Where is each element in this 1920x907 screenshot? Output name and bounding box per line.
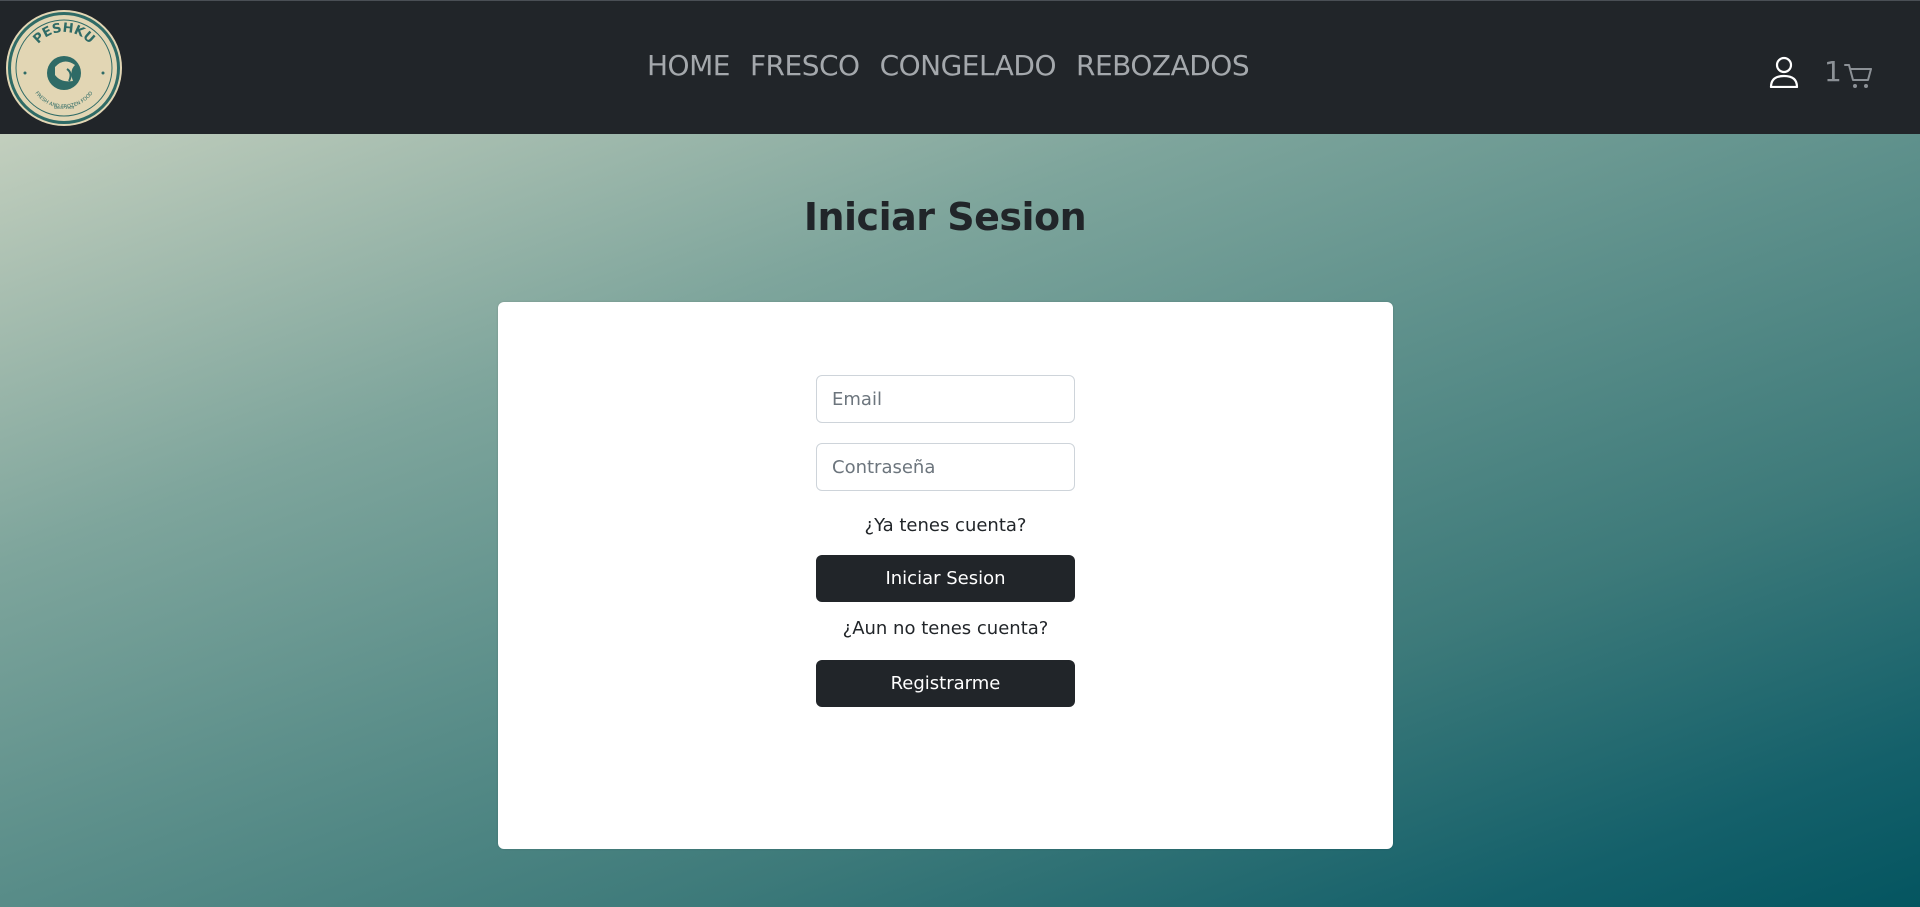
login-card: ¿Ya tenes cuenta? Iniciar Sesion ¿Aun no…: [498, 302, 1393, 849]
email-input[interactable]: [816, 375, 1075, 423]
cart-count: 1: [1824, 55, 1842, 88]
have-account-text: ¿Ya tenes cuenta?: [864, 515, 1027, 536]
nav-congelado[interactable]: CONGELADO: [880, 49, 1057, 82]
navbar: PESHKU FRESH AND FROZEN FOOD SINCE 2019 …: [0, 0, 1920, 134]
fish-logo-icon: PESHKU FRESH AND FROZEN FOOD SINCE 2019: [15, 19, 113, 117]
nav-fresco[interactable]: FRESCO: [750, 49, 860, 82]
nav-home[interactable]: HOME: [647, 49, 730, 82]
logo-text: PESHKU: [30, 21, 97, 47]
logo-since: SINCE 2019: [54, 106, 75, 110]
brand-logo[interactable]: PESHKU FRESH AND FROZEN FOOD SINCE 2019: [8, 12, 120, 124]
page-title: Iniciar Sesion: [803, 195, 1087, 239]
register-button[interactable]: Registrarme: [816, 660, 1075, 707]
login-button[interactable]: Iniciar Sesion: [816, 555, 1075, 602]
nav-rebozados[interactable]: REBOZADOS: [1076, 49, 1250, 82]
main-nav: HOME FRESCO CONGELADO REBOZADOS: [647, 49, 1250, 82]
password-input[interactable]: [816, 443, 1075, 491]
cart-button[interactable]: 1: [1824, 53, 1872, 91]
user-icon[interactable]: [1769, 56, 1799, 88]
no-account-text: ¿Aun no tenes cuenta?: [842, 618, 1049, 639]
login-form: ¿Ya tenes cuenta? Iniciar Sesion ¿Aun no…: [816, 375, 1075, 707]
cart-icon: [1843, 64, 1872, 88]
